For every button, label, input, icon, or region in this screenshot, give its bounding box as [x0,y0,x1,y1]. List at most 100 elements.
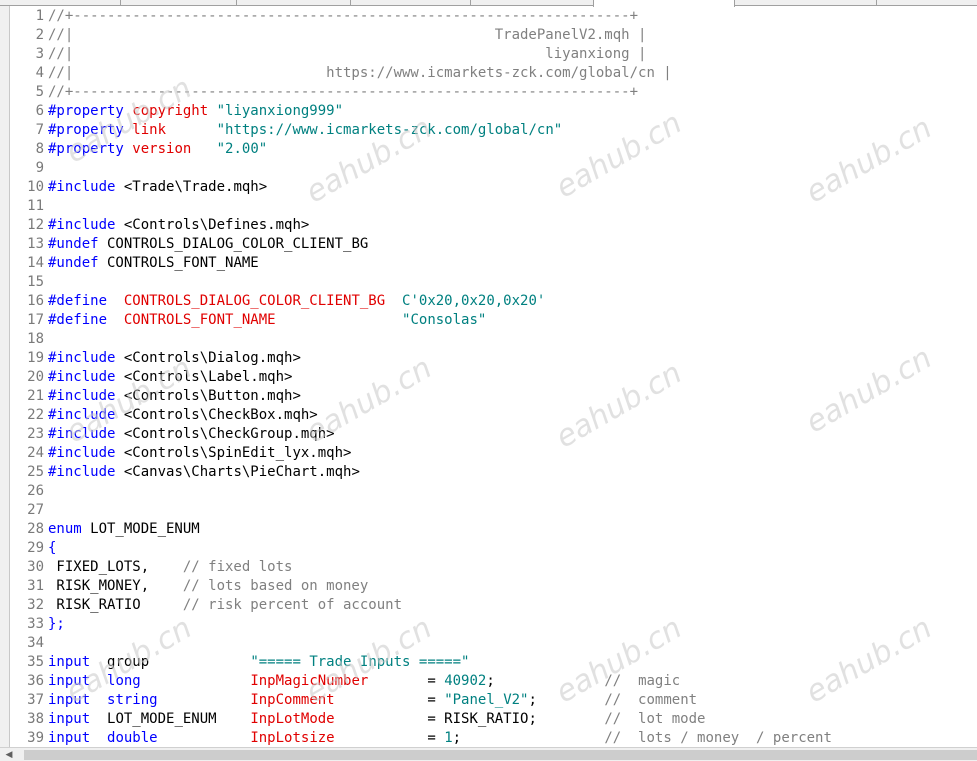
code-line: 3//| liyanxiong | [10,45,977,64]
code-token: // risk percent of account [182,597,403,613]
code-line: 1//+------------------------------------… [10,7,977,26]
code-line: 12 #include <Controls\Defines.mqh> [10,216,977,235]
tab-active-file[interactable] [593,0,735,7]
line-number: 26 [27,483,44,499]
code-text: #include <Controls\Defines.mqh> [48,217,309,233]
code-token: // lots / money / percent [604,730,832,746]
code-token: InpMagicNumber [250,673,369,689]
code-token: long [107,673,141,689]
line-number: 34 [27,635,44,651]
code-line: 14 #undef CONTROLS_FONT_NAME [10,254,977,273]
code-line: 26 [10,482,977,501]
code-token: double [107,730,158,746]
horizontal-scrollbar-thumb[interactable] [24,750,977,760]
code-token: #include [48,445,116,461]
code-token: #undef [48,236,99,252]
code-text: #include <Controls\SpinEdit_lyx.mqh> [48,445,351,461]
file-tab-bar [0,0,977,7]
code-token: { [48,540,57,556]
horizontal-scrollbar[interactable]: ◀ [0,747,977,761]
code-token: input [48,730,91,746]
code-token: #include [48,407,116,423]
code-line: 30 FIXED_LOTS, // fixed lots [10,558,977,577]
code-line: 21 #include <Controls\Button.mqh> [10,387,977,406]
code-text: input double InpLotsize = 1; // lots / m… [48,730,832,746]
code-text: #property copyright "liyanxiong999" [48,103,343,119]
code-token: link [132,122,167,138]
code-token: <Controls\Label.mqh> [115,369,293,385]
code-line: 19 #include <Controls\Dialog.mqh> [10,349,977,368]
code-line: 28 enum LOT_MODE_ENUM [10,520,977,539]
code-token: // lot mode [604,711,706,727]
code-text: #define CONTROLS_DIALOG_COLOR_CLIENT_BG … [48,293,545,309]
code-text: //| liyanxiong | [48,46,646,62]
code-token: // comment [604,692,698,708]
code-text: FIXED_LOTS, // fixed lots [48,559,292,575]
code-token: group [90,654,251,670]
code-token: RISK_RATIO [48,597,183,613]
code-token: <Controls\Dialog.mqh> [115,350,301,366]
code-token: #include [48,179,116,195]
code-text: input group "===== Trade Inputs =====" [48,654,469,670]
code-token: #include [48,426,116,442]
code-token: LOT_MODE_ENUM [90,711,251,727]
code-line: 6 #property copyright "liyanxiong999" [10,102,977,121]
code-token: <Canvas\Charts\PieChart.mqh> [115,464,360,480]
code-token: CONTROLS_FONT_NAME [123,312,276,328]
code-token: // fixed lots [182,559,293,575]
code-line: 16 #define CONTROLS_DIALOG_COLOR_CLIENT_B… [10,292,977,311]
code-line: 11 [10,197,977,216]
code-line: 35 input group "===== Trade Inputs =====" [10,653,977,672]
code-token: version [132,141,192,157]
code-token: input [48,692,91,708]
code-token: CONTROLS_DIALOG_COLOR_CLIENT_BG [123,293,386,309]
code-text: { [48,540,56,556]
line-number: 11 [27,198,44,214]
tab-separator [470,0,471,6]
code-text: enum LOT_MODE_ENUM [48,521,200,537]
code-token: #property [48,122,124,138]
code-area[interactable]: 1 //+------------------------------------… [10,7,977,747]
code-token: copyright [132,103,209,119]
code-text: #include <Controls\Label.mqh> [48,369,292,385]
code-token: #include [48,388,116,404]
code-editor-window: 1 //+------------------------------------… [0,0,977,761]
code-line: 5//+------------------------------------… [10,83,977,102]
code-token: #include [48,464,116,480]
line-number: 37 [27,692,44,708]
code-line: 8 #property version "2.00" [10,140,977,159]
tab-separator [120,0,121,6]
code-token: = [334,692,445,708]
code-text: #include <Controls\Dialog.mqh> [48,350,301,366]
line-number: 1 [35,8,44,24]
code-text: #undef CONTROLS_FONT_NAME [48,255,259,271]
code-line: 15 [10,273,977,292]
code-token: = [368,673,445,689]
line-number: 2 [35,27,44,43]
code-line: 32 RISK_RATIO // risk percent of account [10,596,977,615]
code-text: #include <Controls\CheckGroup.mqh> [48,426,335,442]
code-token: // lots based on money [182,578,369,594]
code-line: 29{ [10,539,977,558]
line-number: 10 [27,179,44,195]
code-line: 22 #include <Controls\CheckBox.mqh> [10,406,977,425]
code-text: input string InpComment = "Panel_V2"; //… [48,692,697,708]
code-line: 9 [10,159,977,178]
line-number: 29 [27,540,44,556]
line-number: 31 [27,578,44,594]
code-token: 40902 [444,673,487,689]
code-token: CONTROLS_DIALOG_COLOR_CLIENT_BG [98,236,369,252]
code-token: <Trade\Trade.mqh> [115,179,268,195]
scroll-left-arrow-icon[interactable]: ◀ [2,749,16,761]
code-line: 33}; [10,615,977,634]
code-line: 36 input long InpMagicNumber = 40902; // … [10,672,977,691]
line-number: 17 [27,312,44,328]
code-text: #undef CONTROLS_DIALOG_COLOR_CLIENT_BG [48,236,368,252]
line-number: 6 [35,103,44,119]
code-text: //+-------------------------------------… [48,84,638,100]
